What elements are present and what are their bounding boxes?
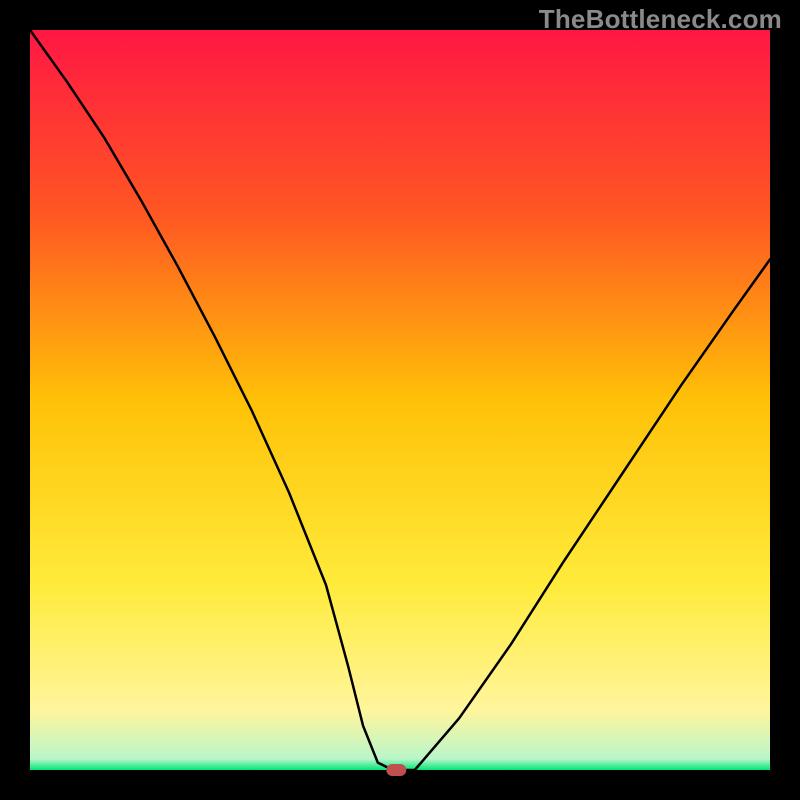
chart-stage: TheBottleneck.com [0,0,800,800]
optimal-marker [386,764,406,776]
bottleneck-chart [0,0,800,800]
watermark-label: TheBottleneck.com [539,4,782,35]
plot-area [30,30,770,770]
